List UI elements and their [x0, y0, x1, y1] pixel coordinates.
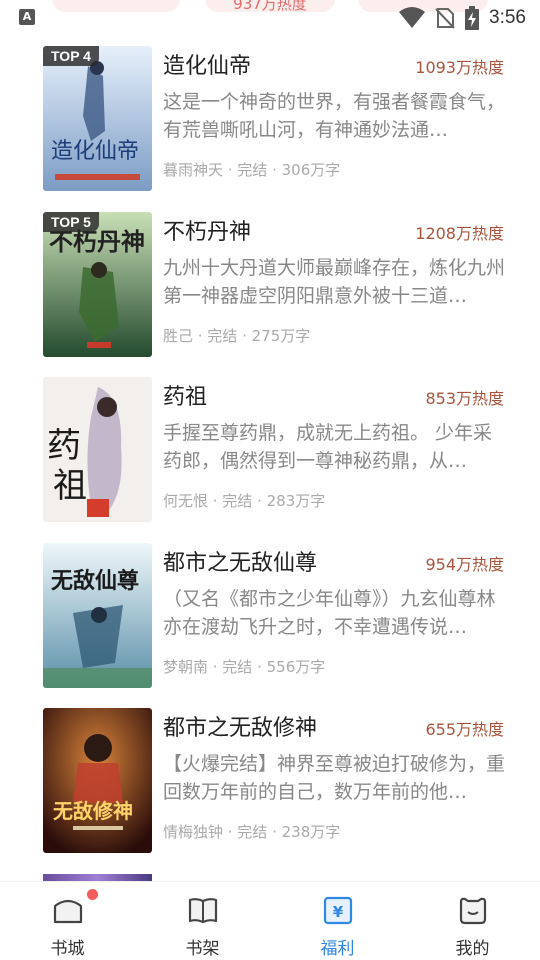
filter-chip-heat[interactable]: 937万热度: [205, 0, 335, 12]
tab-label: 书架: [185, 939, 220, 959]
status-icons: 3:56: [399, 6, 526, 30]
status-bar: 937万热度 A 3:56: [0, 0, 540, 36]
book-cover[interactable]: 无敌修神: [43, 708, 152, 853]
svg-text:祖: 祖: [53, 466, 87, 506]
book-heat: 853万热度: [425, 389, 504, 408]
book-item[interactable]: 造化仙帝 TOP 4 造化仙帝 1093万热度 这是一个神奇的世界，有强者餐霞食…: [0, 46, 540, 212]
book-item[interactable]: 药 祖 药祖 853万热度 手握至尊药鼎，成就无上药祖。 少年采药郎，偶然得到一…: [0, 377, 540, 543]
book-title[interactable]: 都市之无敌仙尊: [163, 545, 317, 577]
notification-dot: [87, 889, 98, 900]
book-title[interactable]: 都市之无敌修神: [163, 710, 317, 742]
book-item[interactable]: 不朽丹神 TOP 5 不朽丹神 1208万热度 九州十大丹道大师最巅峰存在，炼化…: [0, 211, 540, 378]
book-meta: 情梅独钟 · 完结 · 238万字: [163, 823, 341, 841]
svg-text:¥: ¥: [332, 903, 343, 921]
rank-badge: TOP 4: [43, 46, 99, 66]
book-cover[interactable]: 不朽丹神 TOP 5: [43, 211, 152, 357]
svg-text:造化仙帝: 造化仙帝: [51, 139, 139, 164]
book-meta: 胜己 · 完结 · 275万字: [163, 326, 311, 345]
book-title[interactable]: 不朽丹神: [163, 214, 251, 246]
filter-chip-label: 937万热度: [233, 0, 307, 12]
app-notification-icon: A: [19, 9, 35, 25]
tab-label: 书城: [50, 939, 85, 959]
ranking-book-list: 造化仙帝 TOP 4 造化仙帝 1093万热度 这是一个神奇的世界，有强者餐霞食…: [0, 46, 540, 874]
rank-badge: TOP 5: [43, 211, 99, 232]
book-meta: 何无恨 · 完结 · 283万字: [163, 492, 326, 510]
welfare-icon: ¥: [323, 896, 352, 925]
book-description: （又名《都市之少年仙尊》）九玄仙尊林亦在渡劫飞升之时，不幸遭遇传说…: [163, 587, 496, 638]
book-heat: 1208万热度: [415, 223, 504, 243]
book-title[interactable]: 药祖: [163, 379, 207, 411]
wifi-icon: [399, 7, 426, 28]
book-heat: 655万热度: [425, 720, 504, 739]
tab-bookstore[interactable]: 书城: [0, 882, 135, 960]
tab-bookshelf[interactable]: 书架: [135, 882, 270, 960]
svg-text:无敌修神: 无敌修神: [53, 799, 133, 823]
book-description: 【火爆完结】神界至尊被迫打破修为，重回数万年前的自己，数万年前的他…: [163, 753, 506, 803]
book-cover-art: 药 祖: [43, 377, 152, 522]
status-time: 3:56: [489, 7, 526, 28]
bottom-tab-bar: 书城 书架 ¥ 福利 我的: [0, 881, 540, 960]
svg-text:无敌仙尊: 无敌仙尊: [51, 568, 139, 594]
book-cover-art: 造化仙帝: [43, 46, 152, 191]
book-description: 这是一个神奇的世界，有强者餐霞食气，有荒兽嘶吼山河，有神通妙法通…: [163, 91, 506, 141]
battery-charging-icon: [465, 6, 480, 30]
bookstore-icon: [53, 899, 82, 924]
book-meta: 梦朝南 · 完结 · 556万字: [163, 657, 326, 676]
book-cover-art: 不朽丹神: [43, 211, 152, 357]
profile-icon: [459, 897, 486, 925]
book-cover[interactable]: 造化仙帝 TOP 4: [43, 46, 152, 191]
svg-text:药: 药: [47, 426, 81, 466]
book-meta: 暮雨神天 · 完结 · 306万字: [163, 161, 341, 179]
tab-label: 我的: [455, 939, 490, 959]
tab-profile[interactable]: 我的: [405, 882, 540, 960]
tab-label: 福利: [320, 939, 355, 959]
no-sim-icon: [435, 8, 455, 29]
book-cover-art: 无敌修神: [43, 708, 152, 853]
book-description: 九州十大丹道大师最巅峰存在，炼化九州第一神器虚空阴阳鼎意外被十三道…: [163, 256, 506, 307]
book-cover[interactable]: 药 祖: [43, 377, 152, 522]
book-item[interactable]: 无敌仙尊 都市之无敌仙尊 954万热度 （又名《都市之少年仙尊》）九玄仙尊林亦在…: [0, 542, 540, 709]
book-heat: 1093万热度: [415, 58, 504, 77]
bookshelf-icon: [188, 898, 217, 924]
book-cover-art: 无敌仙尊: [43, 542, 152, 688]
book-item[interactable]: 无敌修神 都市之无敌修神 655万热度 【火爆完结】神界至尊被迫打破修为，重回数…: [0, 708, 540, 874]
book-heat: 954万热度: [425, 554, 504, 574]
filter-chip[interactable]: [52, 0, 180, 12]
book-description: 手握至尊药鼎，成就无上药祖。 少年采药郎，偶然得到一尊神秘药鼎，从…: [163, 422, 493, 472]
tab-welfare[interactable]: ¥ 福利: [270, 882, 405, 960]
book-cover[interactable]: 无敌仙尊: [43, 542, 152, 688]
book-title[interactable]: 造化仙帝: [163, 48, 251, 80]
